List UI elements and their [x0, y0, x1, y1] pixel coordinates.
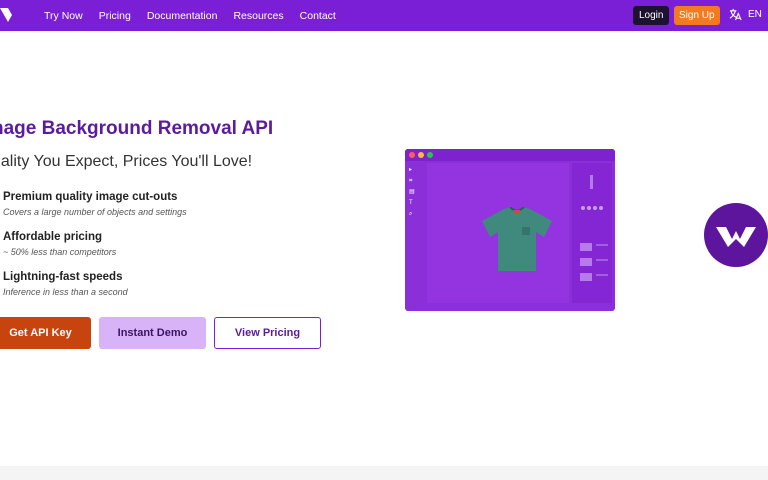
get-api-key-button[interactable]: Get API Key	[0, 317, 91, 349]
window-maximize-dot	[427, 152, 433, 158]
crop-tool-icon: ⌗	[409, 178, 413, 184]
translate-icon	[729, 8, 742, 21]
editor-side-panel	[572, 163, 612, 303]
window-titlebar	[405, 149, 615, 161]
nav-links: Try Now Pricing Documentation Resources …	[44, 0, 352, 31]
nav-link-contact[interactable]: Contact	[300, 10, 336, 22]
language-selector[interactable]: EN	[729, 8, 762, 21]
language-label: EN	[748, 9, 762, 20]
view-pricing-button[interactable]: View Pricing	[214, 317, 321, 349]
window-close-dot	[409, 152, 415, 158]
window-minimize-dot	[418, 152, 424, 158]
feature-title: Premium quality image cut-outs	[3, 191, 178, 203]
layers-tool-icon: ▤	[409, 189, 415, 195]
feature-title: Lightning-fast speeds	[3, 271, 123, 283]
signup-button[interactable]: Sign Up	[674, 6, 720, 25]
feature-title: Affordable pricing	[3, 231, 103, 243]
tshirt-image	[482, 207, 552, 271]
feature-item: Lightning-fast speeds Inference in less …	[3, 271, 128, 297]
editor-canvas	[427, 163, 569, 303]
feature-item: Premium quality image cut-outs Covers a …	[3, 191, 187, 217]
text-tool-icon: T	[409, 200, 413, 206]
feature-description: ~ 50% less than competitors	[3, 247, 117, 257]
brand-logo-icon[interactable]	[0, 6, 14, 24]
hero-title: nage Background Removal API	[0, 118, 274, 139]
side-panel-controls	[580, 175, 608, 281]
feature-description: Covers a large number of objects and set…	[3, 207, 187, 217]
feature-item: Affordable pricing ~ 50% less than compe…	[3, 231, 116, 257]
nav-link-documentation[interactable]: Documentation	[147, 10, 218, 22]
nav-link-resources[interactable]: Resources	[233, 10, 283, 22]
feature-description: Inference in less than a second	[3, 287, 128, 297]
zoom-tool-icon: ⌕	[409, 211, 413, 217]
cursor-tool-icon: ▸	[409, 167, 413, 173]
brand-w-icon	[716, 227, 756, 247]
nav-link-pricing[interactable]: Pricing	[99, 10, 131, 22]
instant-demo-button[interactable]: Instant Demo	[99, 317, 206, 349]
top-navbar: Try Now Pricing Documentation Resources …	[0, 0, 768, 31]
hero-subtitle: uality You Expect, Prices You'll Love!	[0, 153, 253, 170]
app-preview-window: ▸ ⌗ ▤ T ⌕	[405, 149, 615, 311]
brand-badge[interactable]	[704, 203, 768, 267]
page-footer-strip	[0, 466, 768, 480]
nav-link-try-now[interactable]: Try Now	[44, 10, 83, 22]
editor-toolbar: ▸ ⌗ ▤ T ⌕	[409, 167, 419, 218]
login-button[interactable]: Login	[633, 6, 670, 25]
